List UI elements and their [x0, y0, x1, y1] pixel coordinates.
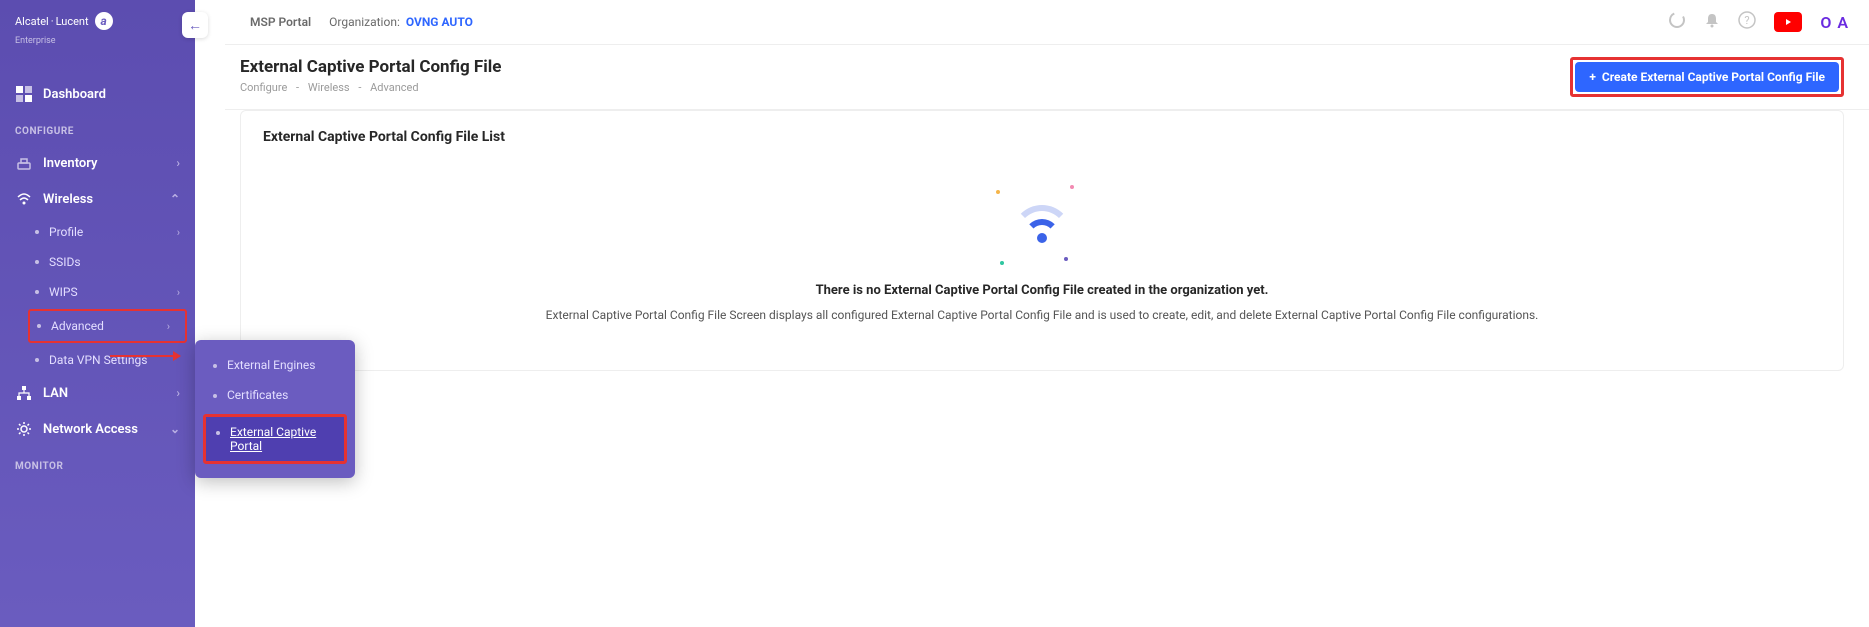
- brand-name-2: Lucent: [56, 15, 89, 28]
- empty-state-title: There is no External Captive Portal Conf…: [816, 283, 1269, 298]
- brand-sub: Enterprise: [0, 36, 195, 46]
- help-icon[interactable]: ?: [1738, 11, 1756, 33]
- config-file-list-card: External Captive Portal Config File List…: [240, 110, 1844, 371]
- sidebar-item-network-access[interactable]: Network Access ⌄: [0, 411, 195, 447]
- section-label-configure: CONFIGURE: [0, 112, 195, 145]
- breadcrumb-item[interactable]: Wireless: [308, 81, 350, 94]
- breadcrumb-item[interactable]: Configure: [240, 81, 287, 94]
- chevron-right-icon: ›: [167, 320, 170, 333]
- chevron-right-icon: ›: [176, 386, 180, 400]
- plus-icon: +: [1589, 70, 1596, 84]
- portal-name: MSP Portal: [250, 15, 311, 29]
- create-config-file-button[interactable]: + Create External Captive Portal Config …: [1575, 62, 1839, 92]
- annotation-highlight-create-button: + Create External Captive Portal Config …: [1570, 57, 1844, 97]
- sidebar-item-dashboard[interactable]: Dashboard: [0, 76, 195, 112]
- section-label-monitor: MONITOR: [0, 447, 195, 480]
- empty-state-description: External Captive Portal Config File Scre…: [546, 308, 1539, 322]
- card-title: External Captive Portal Config File List: [263, 129, 1821, 145]
- wifi-icon: [15, 191, 33, 207]
- inventory-icon: [15, 155, 33, 171]
- annotation-arrow: [110, 355, 180, 357]
- breadcrumb-item[interactable]: Advanced: [370, 81, 418, 94]
- breadcrumb: Configure - Wireless - Advanced: [240, 81, 501, 94]
- flyout-item-label: External Captive Portal: [230, 425, 326, 453]
- user-avatar[interactable]: O A: [1820, 13, 1849, 32]
- brand-name-1: Alcatel: [15, 15, 49, 28]
- brand-logo: Alcatel · Lucent a: [0, 0, 195, 40]
- sidebar: Alcatel · Lucent a Enterprise Dashboard …: [0, 0, 195, 627]
- chevron-right-icon: ›: [177, 226, 180, 239]
- brand-mark-icon: a: [95, 12, 113, 30]
- sidebar-item-label: Dashboard: [43, 87, 106, 102]
- sidebar-item-label: LAN: [43, 386, 68, 401]
- dashboard-icon: [15, 86, 33, 102]
- flyout-item-label: External Engines: [227, 358, 315, 372]
- sidebar-item-label: SSIDs: [49, 255, 81, 269]
- flyout-item-certificates[interactable]: Certificates: [195, 380, 355, 410]
- sidebar-item-label: WIPS: [49, 285, 78, 299]
- sidebar-sub-advanced[interactable]: Advanced ›: [30, 311, 185, 341]
- sidebar-item-label: Advanced: [51, 319, 104, 333]
- sidebar-item-label: Inventory: [43, 156, 98, 171]
- annotation-highlight-advanced: Advanced ›: [28, 309, 187, 343]
- main-content: External Captive Portal Config File List…: [225, 100, 1859, 627]
- flyout-item-external-captive-portal[interactable]: External Captive Portal: [206, 417, 344, 461]
- youtube-icon[interactable]: [1774, 12, 1802, 32]
- chevron-right-icon: ›: [176, 156, 180, 170]
- gear-icon: [15, 421, 33, 437]
- sidebar-sub-data-vpn[interactable]: Data VPN Settings: [20, 345, 195, 375]
- advanced-flyout-menu: External Engines Certificates External C…: [195, 340, 355, 478]
- lan-icon: [15, 385, 33, 401]
- chevron-right-icon: ›: [177, 286, 180, 299]
- sidebar-sub-ssids[interactable]: SSIDs: [20, 247, 195, 277]
- wireless-sublist: Profile › SSIDs WIPS › Advanced › Data V…: [0, 217, 195, 375]
- org-label: Organization:: [329, 15, 400, 29]
- sidebar-sub-wips[interactable]: WIPS ›: [20, 277, 195, 307]
- wifi-illustration-icon: [1002, 185, 1082, 265]
- flyout-item-label: Certificates: [227, 388, 288, 402]
- sidebar-item-lan[interactable]: LAN ›: [0, 375, 195, 411]
- button-label: Create External Captive Portal Config Fi…: [1602, 70, 1825, 84]
- page-title: External Captive Portal Config File: [240, 57, 501, 77]
- sidebar-item-wireless[interactable]: Wireless ⌃: [0, 181, 195, 217]
- org-name-link[interactable]: OVNG AUTO: [406, 15, 473, 29]
- chevron-up-icon: ⌃: [170, 192, 180, 206]
- sidebar-collapse-button[interactable]: ←: [182, 12, 208, 38]
- sidebar-item-label: Network Access: [43, 422, 138, 437]
- sidebar-sub-profile[interactable]: Profile ›: [20, 217, 195, 247]
- sidebar-item-inventory[interactable]: Inventory ›: [0, 145, 195, 181]
- sidebar-item-label: Profile: [49, 225, 83, 239]
- chevron-down-icon: ⌄: [170, 422, 180, 436]
- bell-icon[interactable]: [1704, 12, 1720, 32]
- svg-text:?: ?: [1745, 14, 1750, 27]
- topbar: MSP Portal Organization: OVNG AUTO ? O A: [225, 0, 1869, 45]
- loading-icon: [1668, 11, 1686, 33]
- sidebar-item-label: Wireless: [43, 192, 93, 207]
- empty-state: There is no External Captive Portal Conf…: [263, 175, 1821, 352]
- annotation-highlight-external-captive-portal: External Captive Portal: [203, 414, 347, 464]
- flyout-item-external-engines[interactable]: External Engines: [195, 350, 355, 380]
